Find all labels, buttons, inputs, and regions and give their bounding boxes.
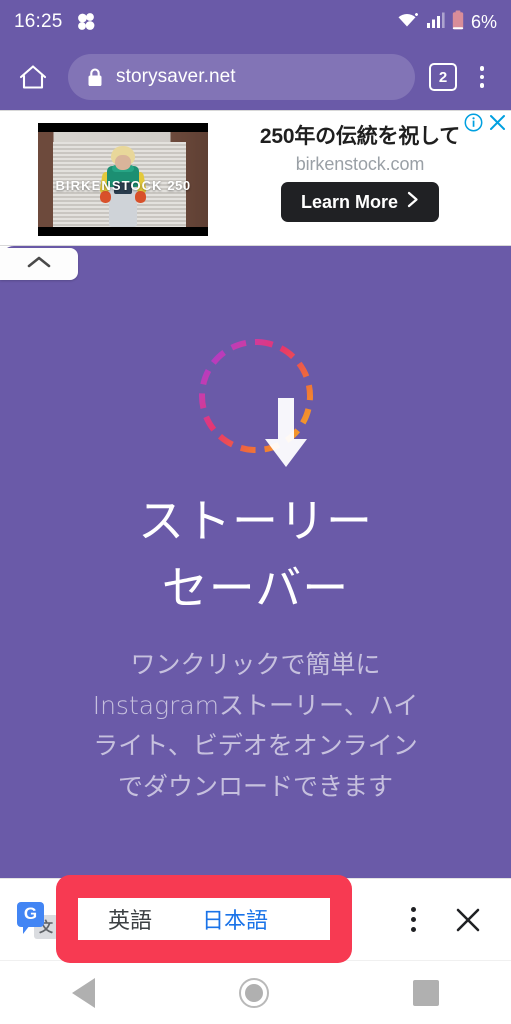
page-title: ストーリー セーバー [138, 488, 373, 621]
url-bar[interactable]: storysaver.net [68, 54, 415, 100]
browser-toolbar: storysaver.net 2 [0, 44, 511, 110]
lock-icon [86, 67, 104, 88]
home-icon[interactable] [12, 56, 54, 98]
url-text: storysaver.net [116, 66, 236, 87]
chevron-up-icon [26, 254, 52, 275]
back-triangle-icon[interactable] [72, 977, 95, 1008]
translate-overflow-menu-icon[interactable] [393, 895, 433, 945]
ad-brand-name: BIRKENSTOCK [55, 178, 163, 193]
translate-close-icon[interactable] [441, 895, 495, 945]
recents-square-icon[interactable] [413, 979, 439, 1006]
ad-info-icon[interactable] [464, 113, 483, 137]
ad-cta-label: Learn More [300, 191, 399, 212]
tab-source-language[interactable]: 英語 [94, 903, 166, 935]
translate-icon-letter: G [17, 901, 44, 934]
page-title-line1: ストーリー [138, 494, 373, 548]
ad-learn-more-button[interactable]: Learn More [280, 182, 440, 222]
ad-close-icon[interactable] [488, 113, 507, 137]
ad-image-brand-overlay: BIRKENSTOCK 250 [38, 178, 208, 193]
tab-switcher-button[interactable]: 2 [429, 63, 457, 91]
cellular-signal-icon [426, 11, 445, 34]
ad-brand-number: 250 [167, 178, 191, 193]
language-tabs: 英語 日本語 [78, 898, 330, 940]
page-subtitle: ワンクリックで簡単にInstagramストーリー、ハイライト、ビデオをオンライン… [92, 650, 419, 801]
language-selector-highlight: 英語 日本語 [56, 875, 352, 963]
translate-bar: 文 G 英語 日本語 [0, 875, 511, 963]
clover-icon [75, 11, 97, 33]
page-title-line2: セーバー [161, 560, 350, 615]
status-bar-clock: 16:25 [14, 11, 63, 32]
home-circle-icon[interactable] [239, 977, 269, 1008]
web-page-content: ストーリー セーバー ワンクリックで簡単にInstagramストーリー、ハイライ… [0, 246, 511, 878]
google-translate-icon: 文 G [16, 899, 58, 941]
download-arrow-in-dashed-ring-icon [194, 334, 318, 467]
ad-creative-image[interactable]: BIRKENSTOCK 250 [38, 123, 208, 236]
ad-display-url: birkenstock.com [295, 154, 425, 174]
tab-target-language[interactable]: 日本語 [188, 903, 282, 935]
battery-low-icon [452, 10, 464, 35]
status-bar-indicators: 6% [396, 10, 497, 35]
battery-percentage: 6% [470, 11, 497, 32]
android-navigation-bar [0, 960, 511, 1024]
ad-collapse-button[interactable] [0, 248, 78, 280]
status-bar: 16:25 6% [0, 0, 511, 44]
ad-headline: 250年の伝統を祝して [259, 125, 461, 148]
chevron-right-icon [407, 191, 419, 213]
wifi-icon [396, 10, 419, 34]
phone-screen: 16:25 6% storysaver.net 2 BIRKENSTOCK 25… [0, 0, 511, 1024]
browser-overflow-menu-icon[interactable] [465, 56, 499, 98]
ad-banner[interactable]: BIRKENSTOCK 250 250年の伝統を祝して birkenstock.… [0, 110, 511, 246]
